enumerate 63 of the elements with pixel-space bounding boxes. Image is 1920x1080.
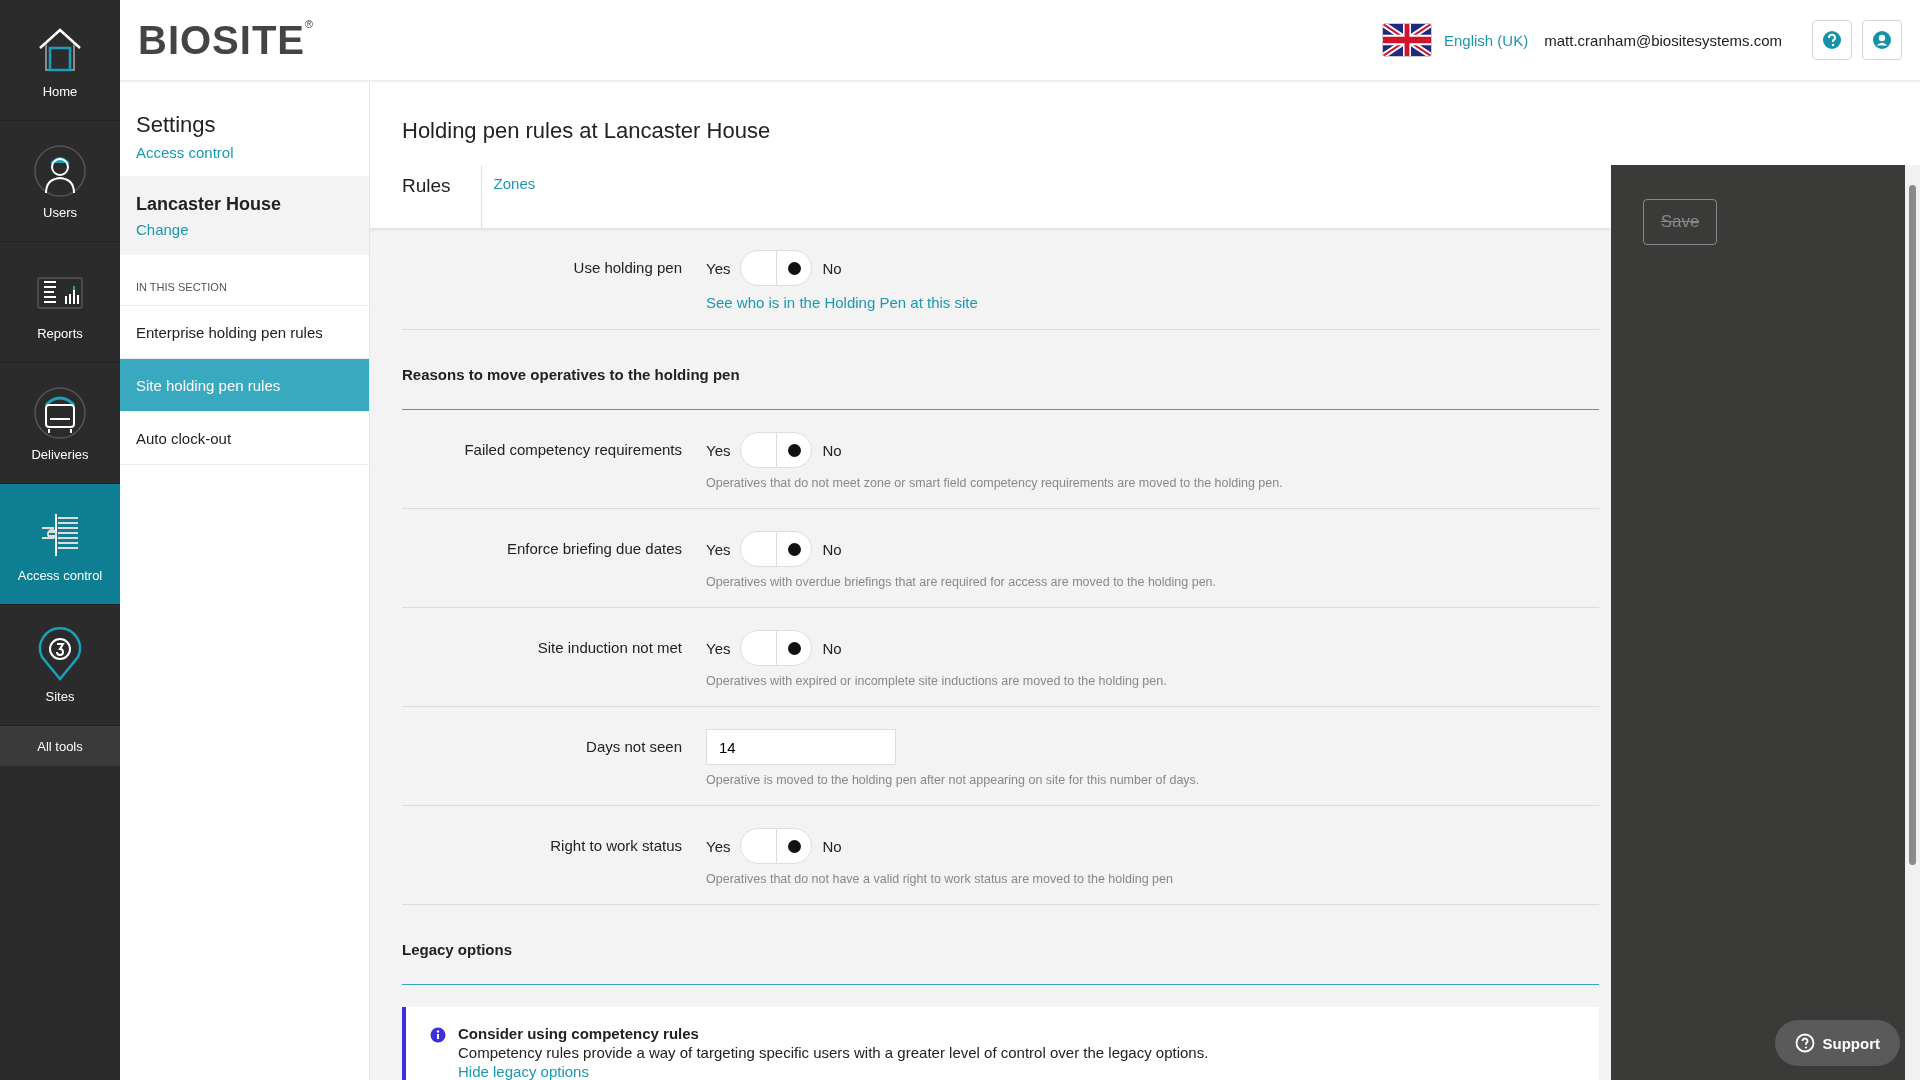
user-icon [1872,30,1892,50]
nav-label: Access control [17,567,103,583]
help-text: Operatives with overdue briefings that are required for access are moved to the holding pen. [706,575,1217,589]
number-field[interactable]: 14 [706,729,896,765]
language-link[interactable]: English (UK) [1444,31,1529,49]
nav-label: Users [43,204,77,220]
nav-label: Sites [45,688,75,704]
help-text: Operative is moved to the holding pen after not appearing on site for this number of days. [706,773,1201,787]
truck-icon [32,384,88,441]
field-label: Use holding pen [572,258,682,278]
option-label: No [822,259,842,277]
nav-item[interactable]: Home [0,0,120,121]
field-label: Days not seen [585,737,682,757]
info-title: Consider using competency rules [458,1025,700,1042]
option-label: Yes [706,441,731,459]
tab[interactable]: Zones [481,165,548,228]
field-label: Failed competency requirements [463,440,682,460]
field-label: Enforce briefing due dates [505,539,682,559]
worker-icon [32,142,88,199]
nav-item[interactable]: Users [0,121,120,242]
option-label: Yes [706,540,731,558]
nav-label: Home [42,83,78,99]
info-text: Competency rules provide a way of targeting specific users with a greater level of control over the legacy options. [458,1044,1209,1061]
info-icon [430,1027,446,1043]
nav-item[interactable]: Access control [0,484,120,605]
settings-title: Settings [136,112,217,138]
sidebar-item[interactable]: Auto clock-out [120,412,369,465]
support-button[interactable]: Support [1774,1020,1900,1066]
help-icon [1822,30,1842,50]
help-text: Operatives that do not have a valid right to work status are moved to the holding pen [706,872,1174,886]
site-name: Lancaster House [136,194,283,215]
breadcrumb-link[interactable]: Access control [136,144,234,161]
option-label: No [822,540,842,558]
nav-item[interactable]: Reports [0,242,120,363]
tab[interactable]: Rules [370,165,482,228]
option-label: Yes [706,837,731,855]
option-label: Yes [706,259,731,277]
help-button[interactable] [1812,20,1852,60]
field-label: Right to work status [549,836,682,856]
help-icon [1794,1033,1815,1053]
nav-label: Deliveries [31,446,89,462]
option-label: No [822,441,842,459]
option-label: No [822,837,842,855]
nav-label: Reports [37,325,83,341]
help-text: Operatives that do not meet zone or smart field competency requirements are moved to the holding pen. [706,476,1284,490]
logo: BIOSITE$^{®}$ [138,17,315,63]
section-label: IN THIS SECTION [120,255,369,306]
toggle-switch[interactable] [740,828,813,864]
help-text: Operatives with expired or incomplete site inductions are moved to the holding pen. [706,674,1168,688]
user-email: matt.cranham@biositesystems.com [1544,31,1782,49]
account-button[interactable] [1862,20,1902,60]
toggle-switch[interactable] [740,630,813,666]
option-label: No [822,639,842,657]
flag-icon [1382,23,1432,57]
toggle-switch[interactable] [740,432,813,468]
toggle-switch[interactable] [740,531,813,567]
field-label: Site induction not met [536,638,682,658]
section-heading: Legacy options [402,905,1599,985]
toggle-switch[interactable] [740,250,813,286]
all-tools-button[interactable]: All tools [0,726,120,766]
section-heading: Reasons to move operatives to the holding pen [402,330,1599,410]
page-title: Holding pen rules at Lancaster House [370,82,1920,165]
option-label: Yes [706,639,731,657]
